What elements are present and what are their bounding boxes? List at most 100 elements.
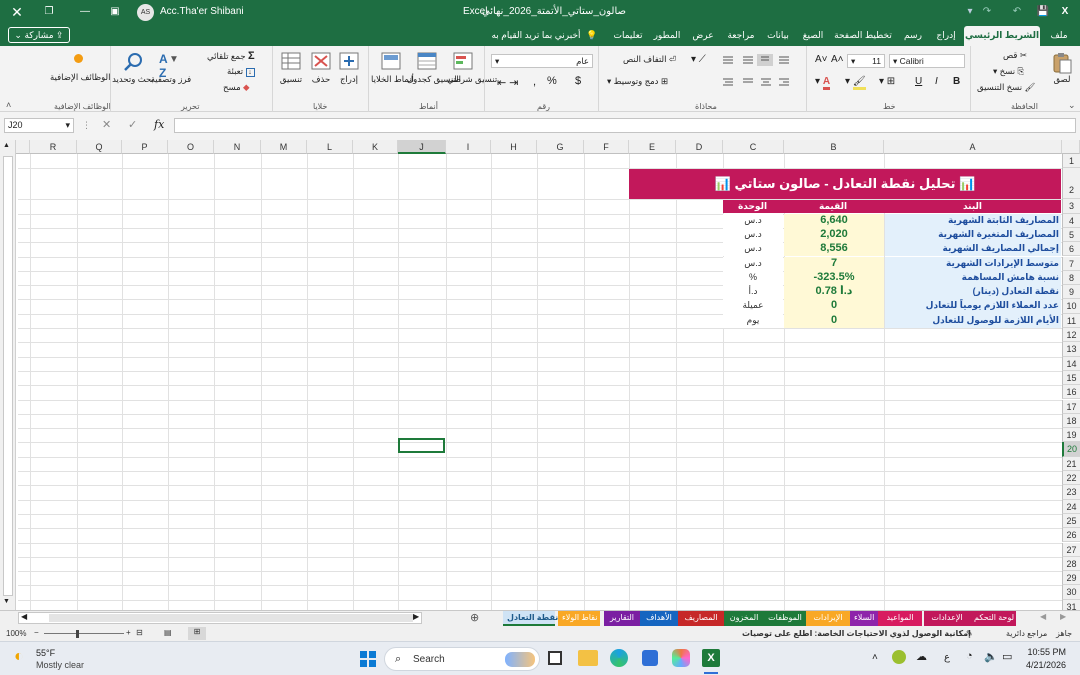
row-header-22[interactable]: 22 xyxy=(1062,471,1080,486)
tab-home[interactable]: الشريط الرئيسي xyxy=(964,26,1040,46)
add-sheet-icon[interactable]: ⊕ xyxy=(470,611,479,624)
sheet-tab[interactable]: نقاط الولاء xyxy=(558,611,600,626)
item-cell[interactable]: نسبة هامش المساهمة xyxy=(885,270,1061,286)
unit-cell[interactable]: % xyxy=(723,270,783,286)
addins-label[interactable]: الوظائف الإضافية xyxy=(50,72,110,82)
tray-chevron-icon[interactable]: ˄ xyxy=(872,652,878,663)
row-header-27[interactable]: 27 xyxy=(1062,542,1080,557)
store-icon[interactable] xyxy=(642,650,658,666)
sheet-tab[interactable]: لوحة التحكم xyxy=(970,611,1016,626)
save-icon[interactable]: 💾 xyxy=(1036,0,1050,24)
row-header-26[interactable]: 26 xyxy=(1062,528,1080,543)
row-header-5[interactable]: 5 xyxy=(1062,227,1080,243)
cancel-icon[interactable]: ✕ xyxy=(102,118,111,131)
sheet-tab[interactable]: التقارير xyxy=(604,611,640,626)
sheet-tab[interactable]: السلاء xyxy=(850,611,878,626)
unit-cell[interactable]: د.س xyxy=(723,242,783,257)
clear-button[interactable]: مسح ◆ xyxy=(223,82,250,93)
font-color-button[interactable]: ▾ A xyxy=(815,76,831,90)
sheet-tab[interactable]: الأهداف xyxy=(640,611,678,626)
clock-date[interactable]: 4/21/2026 xyxy=(1016,660,1066,670)
row-header-20[interactable]: 20 xyxy=(1062,442,1080,457)
font-size-dropdown[interactable]: ▾ 11 xyxy=(847,54,885,68)
prev-sheet-icon[interactable]: ◀ xyxy=(1040,612,1046,621)
row-header-3[interactable]: 3 xyxy=(1062,199,1080,214)
horizontal-scrollbar[interactable]: ◀ ▶ xyxy=(18,612,422,624)
sheet-title[interactable]: 📊 تحليل نقطة التعادل - صالون ستاتي 📊 xyxy=(629,169,1061,199)
format-painter-button[interactable]: نسخ التنسيق 🖌 xyxy=(977,82,1035,93)
sheet-tab[interactable]: المواعيد xyxy=(878,611,922,626)
paste-icon[interactable] xyxy=(1051,52,1073,74)
fx-icon[interactable]: fx xyxy=(154,118,164,131)
zoom-in-icon[interactable]: + xyxy=(126,628,131,637)
tab-insert[interactable]: إدراج xyxy=(932,24,960,46)
task-view-icon[interactable] xyxy=(548,651,562,665)
vertical-scrollbar[interactable]: ▲ ▼ xyxy=(0,140,16,610)
delete-icon[interactable] xyxy=(311,52,331,70)
sheet-tab[interactable]: الموظفات xyxy=(764,611,806,626)
decimal-icons[interactable]: ⇤ ⇥ xyxy=(497,76,519,89)
row-header-1[interactable]: 1 xyxy=(1062,154,1080,169)
row-header-19[interactable]: 19 xyxy=(1062,428,1080,443)
tab-help[interactable]: تعليمات xyxy=(610,24,646,46)
row-header-28[interactable]: 28 xyxy=(1062,556,1080,572)
restore-icon[interactable]: ❐ xyxy=(42,0,56,24)
ribbon-expand-icon[interactable]: ⌄ xyxy=(1068,100,1076,111)
volume-icon[interactable]: 🔈 xyxy=(984,650,998,663)
column-header-B[interactable]: B xyxy=(784,140,884,154)
column-header-D[interactable]: D xyxy=(676,140,723,154)
name-box[interactable]: J20 ▾ xyxy=(4,118,74,133)
row-header-10[interactable]: 10 xyxy=(1062,299,1080,314)
underline-button[interactable]: U xyxy=(915,76,922,87)
normal-view-icon[interactable]: ⊞ xyxy=(188,627,206,640)
item-cell[interactable]: متوسط الإيرادات الشهرية xyxy=(885,256,1061,271)
row-header-6[interactable]: 6 xyxy=(1062,242,1080,257)
font-name-dropdown[interactable]: ▾ Calibri xyxy=(889,54,965,68)
row-header-14[interactable]: 14 xyxy=(1062,356,1080,371)
item-cell[interactable]: إجمالي المصاريف الشهرية xyxy=(885,242,1061,257)
sheet-tab[interactable]: الإعدادات xyxy=(924,611,970,626)
row-header-15[interactable]: 15 xyxy=(1062,370,1080,386)
excel-taskbar-icon[interactable]: X xyxy=(702,649,720,667)
close-icon[interactable]: ✕ xyxy=(10,0,24,24)
fill-color-button[interactable]: ▾ 🖌 xyxy=(845,76,866,90)
unit-cell[interactable]: د.س xyxy=(723,213,783,228)
percent-icon[interactable]: % xyxy=(547,75,557,87)
row-header-30[interactable]: 30 xyxy=(1062,585,1080,600)
unit-cell[interactable]: د.أ xyxy=(723,285,783,300)
row-header-16[interactable]: 16 xyxy=(1062,385,1080,400)
weather-temp[interactable]: 55°F xyxy=(36,648,55,658)
row-header-7[interactable]: 7 xyxy=(1062,256,1080,271)
column-header-H[interactable]: H xyxy=(491,140,537,154)
conditional-format-icon[interactable] xyxy=(453,52,473,70)
sheet-tab[interactable]: المخزون xyxy=(724,611,764,626)
active-cell[interactable] xyxy=(398,438,445,453)
delete-label[interactable]: حذف xyxy=(307,74,335,85)
sheet-tab[interactable]: نقطة التعادل xyxy=(503,611,558,626)
paste-label[interactable]: لصق xyxy=(1049,74,1075,85)
tell-me-box[interactable]: أخبرني بما تريد القيام به xyxy=(488,24,584,46)
format-icon[interactable] xyxy=(281,52,301,70)
scroll-up-icon[interactable]: ▲ xyxy=(3,142,10,149)
orientation-icon[interactable]: ▾ ⟋ xyxy=(691,54,706,65)
ribbon-display-icon[interactable]: ▣ xyxy=(108,0,122,24)
zoom-thumb[interactable] xyxy=(76,630,79,638)
worksheet-grid[interactable]: ABCDEFGHIJKLMNOPQR 1 2 3 4 5 6 7 8 9 10 11 12 13 14 15… xyxy=(0,140,1080,615)
sheet-tab[interactable]: المصاريف xyxy=(678,611,724,626)
tab-view[interactable]: عرض xyxy=(690,24,716,46)
merge-center-button[interactable]: ▾ دمج وتوسيط ⊞ xyxy=(607,76,668,87)
more-icon[interactable]: ⋮ xyxy=(82,120,91,131)
value-cell[interactable]: -323.5% xyxy=(784,270,884,286)
tab-page-layout[interactable]: تخطيط الصفحة xyxy=(832,24,894,46)
item-cell[interactable]: الأيام اللازمة للوصول للتعادل xyxy=(885,313,1061,328)
item-cell[interactable]: نقطة التعادل (دينار) xyxy=(885,285,1061,300)
row-header-18[interactable]: 18 xyxy=(1062,413,1080,429)
header-item[interactable]: البند xyxy=(884,200,1061,213)
battery-icon[interactable]: ▭ xyxy=(1002,650,1012,663)
tab-review[interactable]: مراجعة xyxy=(722,24,760,46)
start-icon[interactable] xyxy=(360,651,376,667)
customize-icon[interactable]: ▾ xyxy=(958,0,982,24)
wifi-icon[interactable]: ◔ xyxy=(966,650,973,662)
next-sheet-icon[interactable]: ▶ xyxy=(1060,612,1066,621)
tab-formulas[interactable]: الصيغ xyxy=(798,24,828,46)
